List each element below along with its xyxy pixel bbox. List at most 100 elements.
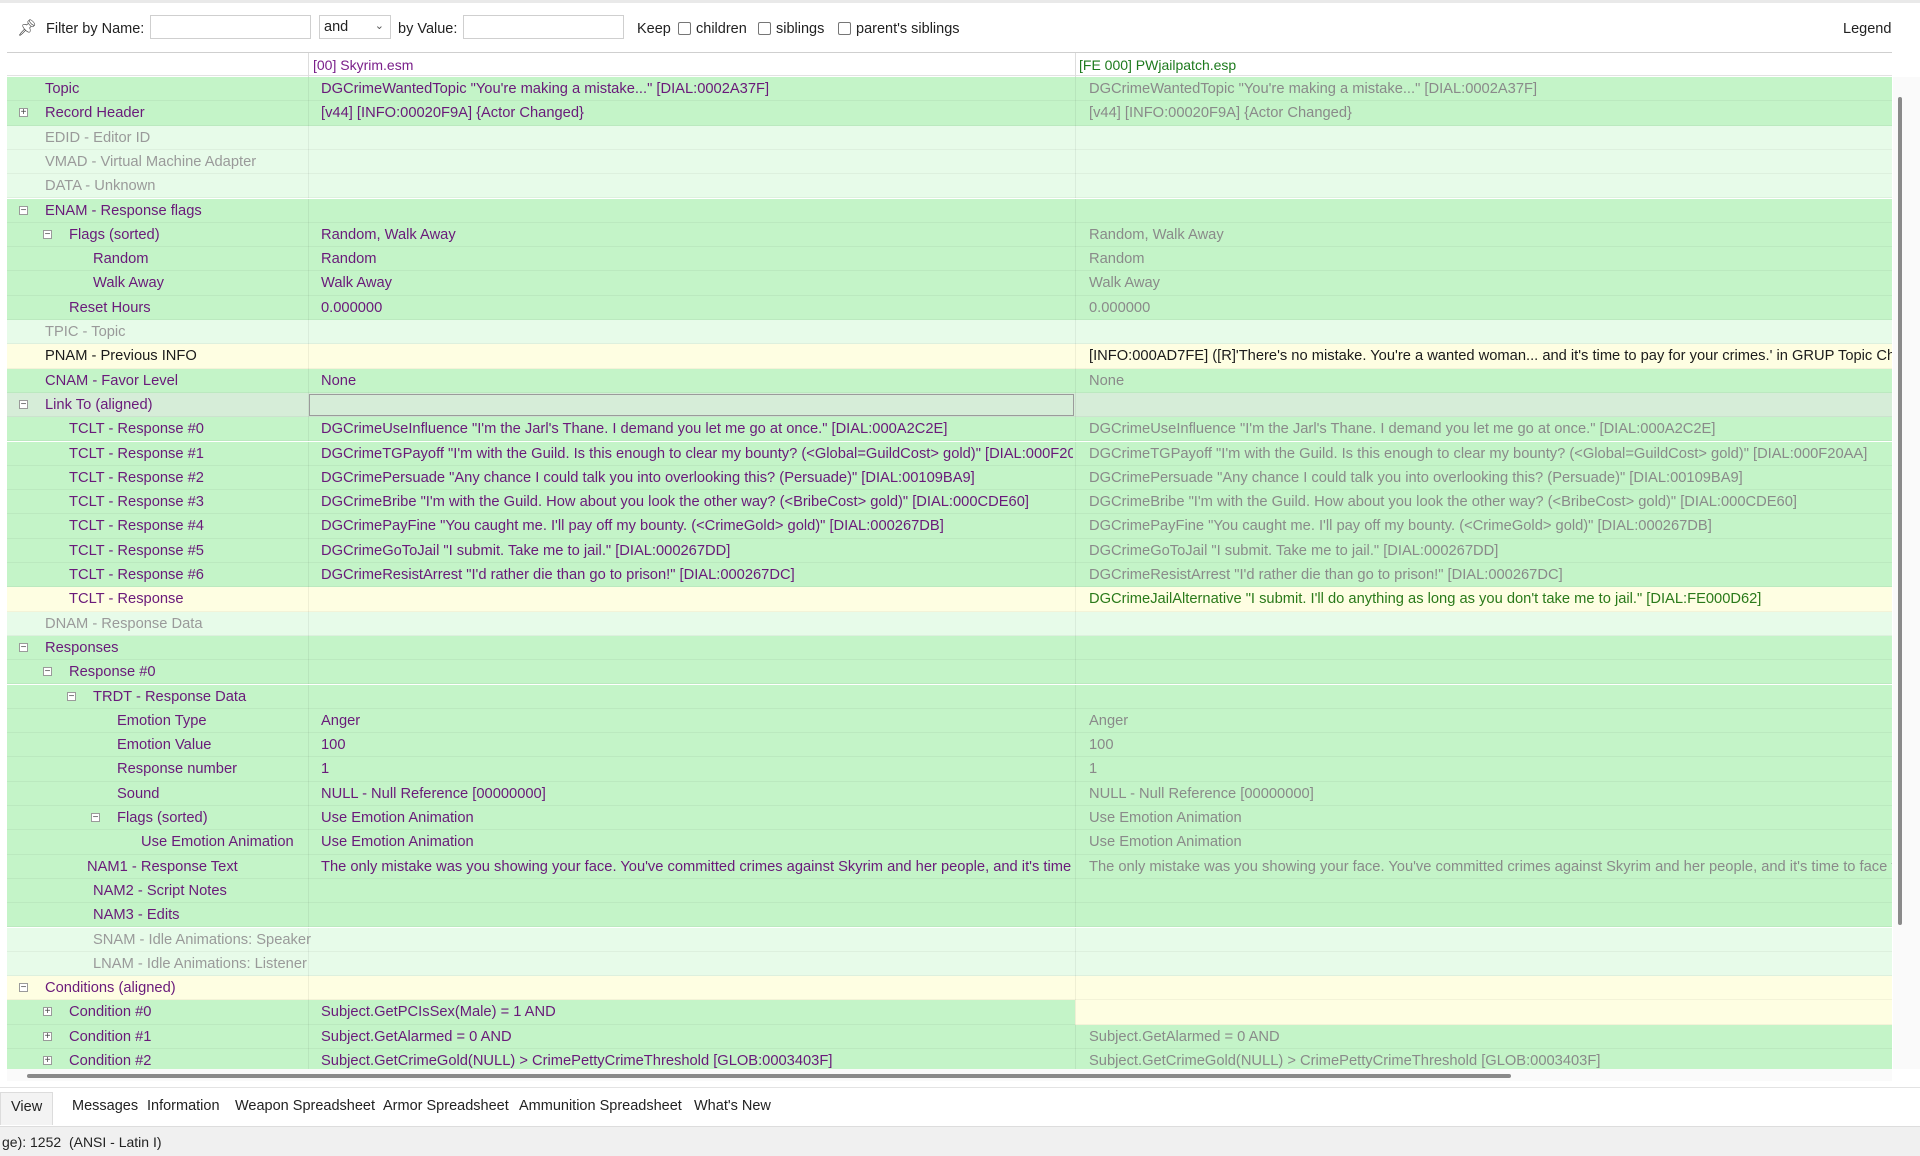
row-value-patch[interactable]: Subject.GetAlarmed = 0 AND — [1089, 1025, 1892, 1049]
tree-row[interactable]: NAM1 - Response Text The only mistake was… — [7, 854, 1892, 879]
tree-row[interactable]: Response number 1 1 — [7, 757, 1892, 782]
tab-ammunition-spreadsheet[interactable]: Ammunition Spreadsheet — [519, 1098, 682, 1114]
keep-children-checkbox[interactable] — [678, 22, 691, 35]
row-value-skyrim[interactable]: Walk Away — [321, 271, 1073, 295]
legend-button[interactable]: Legend — [1843, 21, 1891, 37]
tree-row[interactable]: Reset Hours 0.000000 0.000000 — [7, 295, 1892, 320]
column-header-skyrim[interactable]: [00] Skyrim.esm — [313, 57, 413, 73]
tree-row[interactable]: NAM2 - Script Notes — [7, 878, 1892, 904]
collapse-icon[interactable]: − — [91, 813, 100, 823]
row-value-skyrim[interactable]: Random — [321, 247, 1073, 271]
tree-row[interactable]: TCLT - Response DGCrimeJailAlternative "I… — [7, 587, 1892, 612]
row-value-skyrim[interactable]: DGCrimeGoToJail "I submit. Take me to ja… — [321, 539, 1073, 563]
tree-row[interactable]: − Response #0 — [7, 660, 1892, 685]
row-value-skyrim[interactable]: DGCrimePersuade "Any chance I could talk… — [321, 466, 1073, 490]
tree-row[interactable]: TCLT - Response #1 DGCrimeTGPayoff "I'm w… — [7, 441, 1892, 466]
tree-row[interactable]: Emotion Type Anger Anger — [7, 708, 1892, 734]
row-value-skyrim[interactable]: Subject.GetCrimeGold(NULL) > CrimePettyC… — [321, 1049, 1073, 1069]
keep-siblings-checkbox[interactable] — [758, 22, 771, 35]
row-value-skyrim[interactable]: Use Emotion Animation — [321, 806, 1073, 830]
row-value-patch[interactable]: Random — [1089, 247, 1892, 271]
tree-row[interactable]: DNAM - Response Data — [7, 611, 1892, 636]
row-value-skyrim[interactable]: Subject.GetAlarmed = 0 AND — [321, 1025, 1073, 1049]
row-value-patch[interactable]: 0.000000 — [1089, 296, 1892, 320]
tree-row[interactable]: + Record Header [v44] [INFO:00020F9A] {Act… — [7, 101, 1892, 126]
filter-name-input[interactable] — [150, 15, 311, 39]
tree-row[interactable]: + Condition #1 Subject.GetAlarmed = 0 AND S… — [7, 1024, 1892, 1049]
tab-messages[interactable]: Messages — [72, 1098, 138, 1114]
expand-icon[interactable]: + — [43, 1031, 52, 1041]
row-value-skyrim[interactable]: DGCrimeTGPayoff "I'm with the Guild. Is … — [321, 442, 1073, 466]
tree-row[interactable]: NAM3 - Edits — [7, 903, 1892, 928]
record-tree-grid[interactable]: Topic DGCrimeWantedTopic "You're making a… — [7, 77, 1892, 1069]
tree-row[interactable]: − Flags (sorted) Random, Walk Away Random, … — [7, 222, 1892, 248]
row-value-patch[interactable]: Walk Away — [1089, 271, 1892, 295]
row-value-skyrim[interactable]: Random, Walk Away — [321, 223, 1073, 247]
tree-row[interactable]: VMAD - Virtual Machine Adapter — [7, 149, 1892, 175]
focused-cell[interactable] — [309, 393, 1074, 416]
row-value-patch[interactable]: DGCrimeWantedTopic "You're making a mist… — [1089, 77, 1892, 101]
row-value-patch[interactable]: [v44] [INFO:00020F9A] {Actor Changed} — [1089, 101, 1892, 125]
tree-row[interactable]: Random Random Random — [7, 247, 1892, 272]
row-value-skyrim[interactable]: 100 — [321, 733, 1073, 757]
row-value-skyrim[interactable]: DGCrimeBribe "I'm with the Guild. How ab… — [321, 490, 1073, 514]
row-value-patch[interactable]: DGCrimeTGPayoff "I'm with the Guild. Is … — [1089, 442, 1892, 466]
collapse-icon[interactable]: − — [19, 642, 28, 652]
tree-row[interactable]: TCLT - Response #4 DGCrimePayFine "You ca… — [7, 514, 1892, 539]
row-value-skyrim[interactable]: Use Emotion Animation — [321, 830, 1073, 854]
collapse-icon[interactable]: − — [43, 229, 52, 239]
tree-row[interactable]: LNAM - Idle Animations: Listener — [7, 951, 1892, 977]
row-value-patch[interactable]: DGCrimeBribe "I'm with the Guild. How ab… — [1089, 490, 1892, 514]
tree-row[interactable]: CNAM - Favor Level None None — [7, 368, 1892, 393]
tree-row[interactable]: − Link To (aligned) — [7, 392, 1892, 418]
tree-row[interactable]: + Condition #0 Subject.GetPCIsSex(Male) = … — [7, 1000, 1892, 1025]
tree-row[interactable]: SNAM - Idle Animations: Speaker — [7, 927, 1892, 952]
collapse-icon[interactable]: − — [43, 667, 52, 677]
tree-row[interactable]: − Responses — [7, 635, 1892, 661]
collapse-icon[interactable]: − — [19, 983, 28, 993]
row-value-skyrim[interactable]: 1 — [321, 757, 1073, 781]
row-value-patch[interactable]: DGCrimePayFine "You caught me. I'll pay … — [1089, 514, 1892, 538]
tab-weapon-spreadsheet[interactable]: Weapon Spreadsheet — [235, 1098, 375, 1114]
row-value-skyrim[interactable]: None — [321, 369, 1073, 393]
tree-row[interactable]: Walk Away Walk Away Walk Away — [7, 271, 1892, 296]
tree-row[interactable]: TCLT - Response #3 DGCrimeBribe "I'm with… — [7, 490, 1892, 515]
vertical-scrollbar-thumb[interactable] — [1898, 97, 1902, 925]
tab-whats-new[interactable]: What's New — [694, 1098, 771, 1114]
collapse-icon[interactable]: − — [19, 205, 28, 215]
filter-value-input[interactable] — [463, 15, 624, 39]
row-value-patch[interactable]: [INFO:000AD7FE] ([R]'There's no mistake.… — [1089, 344, 1892, 368]
tree-row[interactable]: + Condition #2 Subject.GetCrimeGold(NULL) … — [7, 1049, 1892, 1069]
row-value-patch[interactable]: None — [1089, 369, 1892, 393]
keep-parents-siblings-checkbox[interactable] — [838, 22, 851, 35]
row-value-patch[interactable]: DGCrimeJailAlternative "I submit. I'll d… — [1089, 587, 1892, 611]
row-value-skyrim[interactable]: Anger — [321, 709, 1073, 733]
row-value-skyrim[interactable]: DGCrimeResistArrest "I'd rather die than… — [321, 563, 1073, 587]
tree-row[interactable]: − ENAM - Response flags — [7, 198, 1892, 223]
tree-row[interactable]: Topic DGCrimeWantedTopic "You're making a… — [7, 77, 1892, 102]
tree-row[interactable]: PNAM - Previous INFO [INFO:000AD7FE] ([R]… — [7, 344, 1892, 369]
tree-row[interactable]: − Conditions (aligned) — [7, 976, 1892, 1001]
collapse-icon[interactable]: − — [67, 691, 76, 701]
collapse-icon[interactable]: − — [19, 399, 28, 409]
row-value-patch[interactable]: Anger — [1089, 709, 1892, 733]
row-value-patch[interactable]: DGCrimePersuade "Any chance I could talk… — [1089, 466, 1892, 490]
row-value-patch[interactable]: DGCrimeUseInfluence "I'm the Jarl's Than… — [1089, 417, 1892, 441]
row-value-skyrim[interactable]: [v44] [INFO:00020F9A] {Actor Changed} — [321, 101, 1073, 125]
row-value-patch[interactable]: Random, Walk Away — [1089, 223, 1892, 247]
row-value-skyrim[interactable]: The only mistake was you showing your fa… — [321, 855, 1073, 879]
tree-row[interactable]: Use Emotion Animation Use Emotion Animati… — [7, 830, 1892, 855]
row-value-skyrim[interactable]: NULL - Null Reference [00000000] — [321, 782, 1073, 806]
tree-row[interactable]: − TRDT - Response Data — [7, 684, 1892, 709]
row-value-skyrim[interactable]: DGCrimeUseInfluence "I'm the Jarl's Than… — [321, 417, 1073, 441]
row-value-patch[interactable]: Use Emotion Animation — [1089, 806, 1892, 830]
tree-row[interactable]: TCLT - Response #6 DGCrimeResistArrest "I… — [7, 563, 1892, 588]
tree-row[interactable]: Emotion Value 100 100 — [7, 733, 1892, 758]
row-value-skyrim[interactable]: DGCrimeWantedTopic "You're making a mist… — [321, 77, 1073, 101]
tree-row[interactable]: EDID - Editor ID — [7, 125, 1892, 150]
tree-row[interactable]: TPIC - Topic — [7, 320, 1892, 345]
tree-row[interactable]: TCLT - Response #2 DGCrimePersuade "Any c… — [7, 465, 1892, 491]
horizontal-scrollbar-thumb[interactable] — [27, 1074, 1511, 1078]
tab-armor-spreadsheet[interactable]: Armor Spreadsheet — [383, 1098, 509, 1114]
column-header-patch[interactable]: [FE 000] PWjailpatch.esp — [1079, 57, 1236, 73]
